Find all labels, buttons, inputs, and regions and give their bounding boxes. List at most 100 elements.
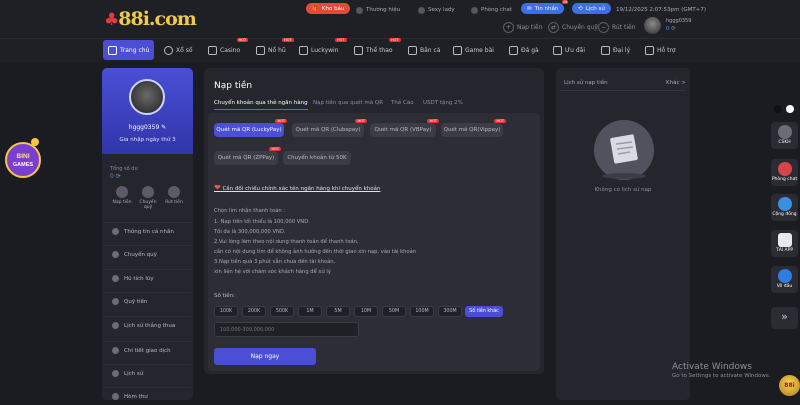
amount-chip-200k[interactable]: 200K [242, 306, 266, 317]
user-avatar[interactable] [644, 17, 661, 34]
method-clubspay[interactable]: Quét mã QR (Clubspay) HOT [292, 119, 367, 137]
tab-qr-deposit[interactable]: Nạp tiền qua quét mã QR [313, 100, 383, 106]
nav-support[interactable]: Hỗ trợ [645, 40, 676, 60]
refresh-icon[interactable]: ⟳ [116, 173, 121, 180]
header-transfer-button[interactable]: ⇄ Chuyển quỹ [548, 21, 598, 34]
menu-win-loss[interactable]: Lịch sử thắng thua [104, 316, 191, 334]
gift-icon: 🎁 [312, 5, 319, 12]
theme-switch[interactable] [774, 105, 796, 114]
tab-usdt[interactable]: USDT tặng 2% [423, 100, 463, 106]
bini-games-promo[interactable]: BINI GAMES [4, 136, 42, 180]
hot-badge: HOT [275, 119, 287, 123]
chat-room-link[interactable]: Phòng chat [471, 4, 512, 16]
lottery-icon [164, 45, 173, 55]
header-deposit-button[interactable]: + Nạp tiền [503, 21, 542, 34]
amount-chip-10m[interactable]: 10M [354, 306, 378, 317]
amount-chip-500k[interactable]: 500K [270, 306, 294, 317]
history-link[interactable]: ⟲ Lịch sử [572, 3, 611, 14]
method-luckypay[interactable]: Quét mã QR (LuckyPay) HOT [214, 119, 287, 137]
fund-icon [112, 298, 119, 305]
transfer-icon [142, 186, 154, 198]
nav-cockfight[interactable]: Đá gà [509, 40, 539, 60]
side-chat-room[interactable]: Phòng chat [771, 159, 798, 186]
nav-promotions[interactable]: Ưu đãi [553, 40, 585, 60]
nav-sports[interactable]: Thể thao HOT [354, 38, 401, 60]
header-withdraw-button[interactable]: − Rút tiền [598, 21, 635, 34]
chat-fab[interactable]: 88i [779, 375, 800, 396]
refresh-icon[interactable]: ⟳ [671, 26, 676, 32]
collapse-sidebar-button[interactable]: » [771, 307, 798, 329]
amount-chip-5m[interactable]: 5M [326, 306, 350, 317]
header-balance: 0 ⟳ [666, 26, 676, 32]
rooster-icon [509, 45, 518, 55]
clover-icon: ♣ [104, 10, 119, 30]
history-title: Lịch sử nạp tiền [564, 80, 608, 86]
menu-history[interactable]: Lịch sử [104, 364, 191, 382]
user-icon [112, 228, 119, 235]
deposit-submit-button[interactable]: Nạp ngay [214, 348, 316, 365]
amount-chip-100m[interactable]: 100M [410, 306, 434, 317]
menu-fund[interactable]: Quỹ tiền [104, 292, 191, 310]
quick-withdraw[interactable]: Rút tiền [163, 186, 185, 205]
site-logo[interactable]: ♣88i.com [104, 8, 197, 30]
balance-label: Tổng số dư [110, 166, 138, 172]
amount-input[interactable] [214, 322, 359, 337]
treasure-link[interactable]: 🎁 Kho báu [306, 3, 351, 14]
svg-text:BINI: BINI [17, 153, 30, 160]
hot-badge: HOT [282, 38, 294, 42]
agent-icon [601, 45, 610, 55]
side-cskh[interactable]: CSKH [771, 122, 798, 149]
page-title: Nạp tiền [214, 81, 253, 91]
amount-chip-100k[interactable]: 100K [214, 306, 238, 317]
edit-icon[interactable]: ✎ [161, 124, 166, 131]
nav-card-games[interactable]: Game bài [453, 40, 494, 60]
menu-transfer[interactable]: Chuyển quỹ [104, 245, 191, 263]
svg-text:GAMES: GAMES [13, 162, 34, 168]
chart-icon [112, 322, 119, 329]
history-empty-text: Không có lịch sử nạp [594, 187, 652, 193]
tab-bank-transfer[interactable]: Chuyển khoản qua thẻ ngân hàng [214, 100, 308, 110]
method-vippay[interactable]: Quét mã QR(Vippay) HOT [441, 119, 506, 137]
history-more-link[interactable]: Khác > [666, 80, 686, 86]
amount-chip-1m[interactable]: 1M [298, 306, 322, 317]
quick-transfer[interactable]: Chuyển quỹ [137, 186, 159, 210]
quick-deposit[interactable]: Nạp tiền [111, 186, 133, 205]
sexy-lady-link[interactable]: Sexy lady [418, 4, 455, 16]
brand-link[interactable]: Thương hiệu [356, 4, 400, 16]
hot-badge: HOT [236, 38, 249, 42]
mail-icon [112, 393, 119, 400]
dark-theme-dot[interactable] [774, 105, 782, 113]
profile-avatar[interactable] [129, 79, 165, 115]
tab-scratch-card[interactable]: Thẻ Cào [391, 100, 414, 106]
messages-link[interactable]: ✉ Tin nhắn 16 [521, 0, 569, 14]
cards-icon [453, 45, 462, 55]
menu-jackpot[interactable]: Hũ tích lũy [104, 269, 191, 287]
side-community[interactable]: Cộng đồng [771, 194, 798, 221]
nav-slots[interactable]: Nổ hũ HOT [256, 38, 294, 60]
home-icon [108, 45, 117, 55]
profile-joined: Gia nhập ngày thứ 3 [119, 137, 176, 143]
side-livestream[interactable]: Vô đầu [771, 266, 798, 293]
method-zppay[interactable]: Quét mã QR (ZPPay) HOT [214, 147, 281, 165]
nav-luckywin[interactable]: Luckywin HOT [299, 38, 347, 60]
heart-icon: ❤ [214, 183, 221, 192]
windows-activation-hint: Go to Settings to activate Windows. [672, 373, 771, 379]
method-vbpay[interactable]: Quét mã QR (VBPay) HOT [370, 119, 439, 137]
nav-fishing[interactable]: Bắn cá [408, 40, 440, 60]
amount-chip-300m[interactable]: 300M [438, 306, 462, 317]
light-theme-dot[interactable] [786, 105, 794, 113]
amount-chip-50m[interactable]: 50M [382, 306, 406, 317]
hot-badge: HOT [494, 119, 506, 123]
nav-lottery[interactable]: Xổ số [164, 40, 193, 60]
bank-name-notice-link[interactable]: ❤ Cần đối chiếu chính xác tên ngân hàng … [214, 183, 381, 192]
menu-mailbox[interactable]: Hòm thư [104, 387, 191, 405]
menu-transactions[interactable]: Chi tiết giao dịch [104, 341, 191, 359]
side-download-app[interactable]: TẢI APP [771, 230, 798, 257]
nav-home[interactable]: Trang chủ [103, 40, 155, 60]
nav-agent[interactable]: Đại lý [601, 40, 630, 60]
method-bank-50k[interactable]: Chuyển khoản từ 50K [283, 151, 351, 165]
nav-casino[interactable]: Casino HOT [208, 38, 249, 60]
amount-chip-other[interactable]: Số tiền khác [465, 306, 503, 317]
menu-personal-info[interactable]: Thông tin cá nhân [104, 222, 191, 240]
header-username: hggg0359 [666, 18, 692, 24]
